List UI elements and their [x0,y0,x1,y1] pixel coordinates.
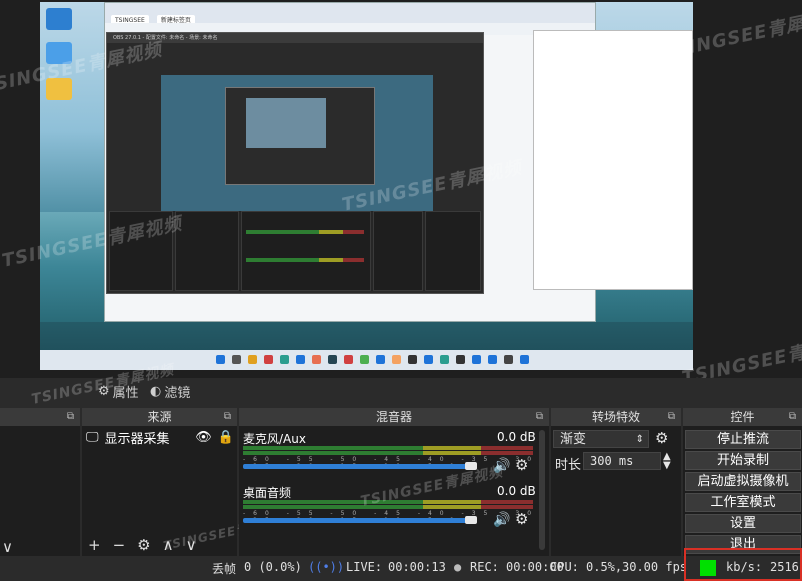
mixer-dock: 混音器 ⧉ 麦克风/Aux 0.0 dB -60 -55 -50 -45 -40… [239,408,549,558]
dock-float-icon[interactable]: ⧉ [536,408,543,426]
scenes-list[interactable]: ∨ [0,426,80,558]
context-toolbar: ⚙ 属性 ◐ 滤镜 TSINGSEE青犀视频 [0,362,802,408]
rec-label: REC: [470,560,499,574]
eye-icon[interactable]: 👁 [195,430,212,445]
mixer-scrollbar[interactable] [539,430,545,550]
controls-dock: 控件 ⧉ 停止推流 开始录制 启动虚拟摄像机 工作室模式 设置 退出 [683,408,802,558]
filter-icon: ◐ [150,384,162,399]
settings-button[interactable]: 设置 [685,514,801,533]
mixer-channel-db: 0.0 dB [497,430,536,444]
scenes-collapse-icon[interactable]: ∨ [2,538,13,556]
mixer-body: 麦克风/Aux 0.0 dB -60 -55 -50 -45 -40 -35 -… [239,426,549,558]
inner-preview-nested [225,87,375,185]
preview-area[interactable]: TSINGSEE 新建标签页 OBS 27.0.1 - 配置文件: 未命名 - … [0,0,802,389]
volume-slider[interactable] [243,518,473,523]
filters-button[interactable]: ◐ 滤镜 [150,382,190,401]
inner-dock [425,211,481,291]
inner-window-title: OBS 27.0.1 - 配置文件: 未命名 - 场景: 未命名 [107,33,483,43]
sources-dock-header: 来源 ⧉ [82,408,237,426]
inner-preview-nested-2 [246,98,326,148]
mixer-dock-header: 混音器 ⧉ [239,408,549,426]
gear-icon[interactable]: ⚙ [515,510,528,528]
inner-meter [246,230,364,234]
dock-float-icon[interactable]: ⧉ [67,408,74,426]
volume-slider[interactable] [243,464,473,469]
cpu-label: CPU: [550,560,579,574]
audio-meter [243,446,533,450]
cpu-value: 0.5%, [586,560,623,574]
controls-title: 控件 [730,410,755,424]
gear-icon[interactable]: ⚙ [515,456,528,474]
studio-mode-button[interactable]: 工作室模式 [685,493,801,512]
inner-dock [373,211,423,291]
start-recording-button[interactable]: 开始录制 [685,451,801,470]
inner-dock [175,211,239,291]
dropped-frames-label: 丢帧 [212,562,237,576]
source-name: 显示器采集 [104,432,170,447]
speaker-icon[interactable]: 🔊 [493,512,510,528]
duration-stepper[interactable]: ▲ ▼ [663,452,671,471]
desktop-icon [46,8,72,30]
dropped-frames-value: 0 (0.0%) [244,560,302,574]
add-source-icon[interactable]: + [88,536,101,554]
browser-tabbar: TSINGSEE 新建标签页 [105,3,595,27]
transitions-body: 渐变 ⇕ ⚙ 时长 300 ms ▲ ▼ [551,426,681,558]
mixer-title: 混音器 [375,410,412,424]
highlight-box [684,548,802,581]
live-label: LIVE: [346,560,383,574]
dock-float-icon[interactable]: ⧉ [224,408,231,426]
mixer-channel-db: 0.0 dB [497,484,536,498]
sources-title: 来源 [147,410,172,424]
start-virtual-camera-button[interactable]: 启动虚拟摄像机 [685,472,801,491]
dock-float-icon[interactable]: ⧉ [668,408,675,426]
select-arrows-icon: ⇕ [635,434,644,445]
volume-slider-handle[interactable] [465,516,477,524]
controls-body: 停止推流 开始录制 启动虚拟摄像机 工作室模式 设置 退出 [683,426,802,558]
mixer-channel-name: 麦克风/Aux [243,432,306,446]
source-settings-icon[interactable]: ⚙ [137,536,150,554]
mixer-channel-name: 桌面音频 [243,486,292,500]
audio-meter [243,451,533,455]
live-icon: ((•)) [308,560,345,574]
dock-float-icon[interactable]: ⧉ [789,408,796,426]
filters-label: 滤镜 [164,386,191,401]
rec-icon: ● [454,560,462,574]
audio-meter [243,505,533,509]
fps-value: 30.00 fps [622,560,688,574]
sources-dock: 来源 ⧉ 🖵 显示器采集 👁 🔒 + − ⚙ ∧ ∨ TSINGSEE青犀视频 [82,408,288,558]
transitions-title: 转场特效 [591,410,640,424]
inner-meter [246,258,364,262]
stop-streaming-button[interactable]: 停止推流 [685,430,801,449]
source-item[interactable]: 🖵 显示器采集 👁 🔒 [86,428,234,447]
captured-obs-window: OBS 27.0.1 - 配置文件: 未命名 - 场景: 未命名 [106,32,484,294]
captured-side-window [533,30,693,290]
gear-icon[interactable]: ⚙ [655,429,668,447]
inner-dock [241,211,371,291]
scenes-dock: ⧉ ∨ [0,408,80,558]
controls-dock-header: 控件 ⧉ [683,408,802,426]
transition-selected: 渐变 [560,432,587,447]
transitions-dock-header: 转场特效 ⧉ [551,408,681,426]
transitions-dock: 转场特效 ⧉ 渐变 ⇕ ⚙ 时长 300 ms ▲ ▼ [551,408,681,558]
lock-icon[interactable]: 🔒 [218,430,234,445]
status-bar: 丢帧 0 (0.0%) ((•)) LIVE: 00:00:13 ● REC: … [0,556,802,581]
scenes-dock-header: ⧉ [0,408,80,426]
duration-label: 时长 [555,458,582,473]
monitor-icon: 🖵 [86,430,99,445]
transition-select[interactable]: 渐变 ⇕ [553,430,649,448]
duration-input[interactable]: 300 ms [583,452,661,470]
live-time: 00:00:13 [388,560,446,574]
sources-list[interactable]: 🖵 显示器采集 👁 🔒 + − ⚙ ∧ ∨ TSINGSEE青犀视频 [82,426,288,558]
remove-source-icon[interactable]: − [113,536,126,554]
